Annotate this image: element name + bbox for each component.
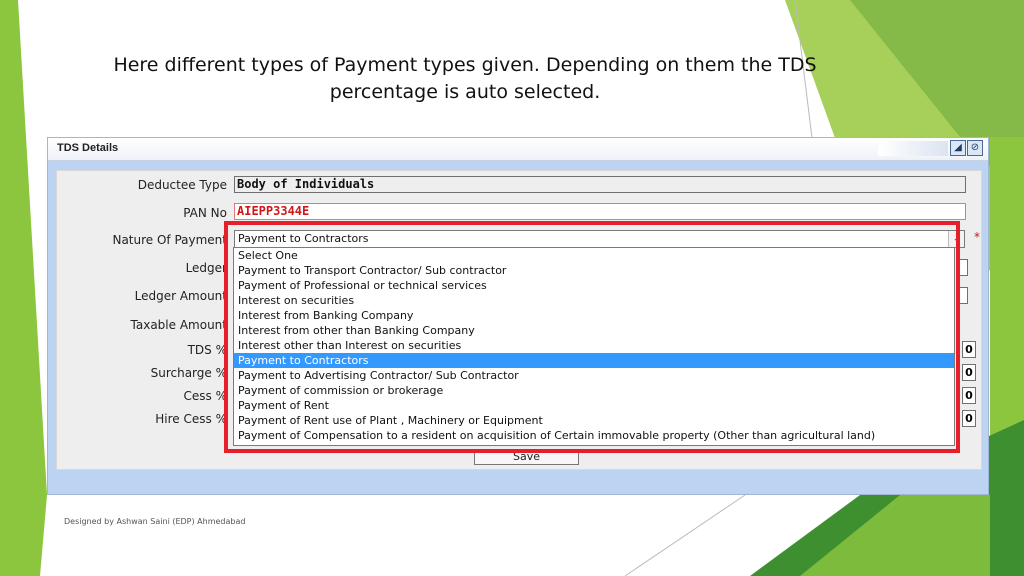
pan-no-field[interactable]: AIEPP3344E <box>234 203 966 220</box>
deco-shape-left <box>0 0 47 576</box>
pan-no-label: PAN No <box>183 206 227 220</box>
dropdown-option[interactable]: Interest from other than Banking Company <box>234 323 954 338</box>
slide-caption: Here different types of Payment types gi… <box>90 52 840 106</box>
taxable-amount-label: Taxable Amount <box>130 318 227 332</box>
nature-of-payment-label: Nature Of Payment <box>112 233 227 247</box>
nature-of-payment-dropdown-list[interactable]: Select One Payment to Transport Contracto… <box>233 247 955 446</box>
chevron-down-icon[interactable]: ⌄ <box>948 231 964 247</box>
save-button[interactable]: Save <box>474 449 579 465</box>
dropdown-option[interactable]: Payment of Compensation to a resident on… <box>234 428 954 443</box>
tds-pct-label: TDS % <box>187 343 227 357</box>
dropdown-option-selected[interactable]: Payment to Contractors <box>234 353 954 368</box>
close-button[interactable]: ⊘ <box>967 140 983 156</box>
window-titlebar: TDS Details ◢ ⊘ <box>48 138 988 161</box>
ledger-amount-field-edge[interactable] <box>960 287 968 304</box>
close-icon: ⊘ <box>970 142 980 153</box>
dropdown-option[interactable]: Payment of commission or brokerage <box>234 383 954 398</box>
window-title: TDS Details <box>57 142 119 154</box>
surcharge-pct-label: Surcharge % <box>150 366 227 380</box>
ledger-amount-label: Ledger Amount <box>134 289 227 303</box>
surcharge-pct-field[interactable]: 0 <box>962 364 976 381</box>
hire-cess-pct-field[interactable]: 0 <box>962 410 976 427</box>
deco-line-bottom <box>624 494 746 576</box>
deductee-type-label: Deductee Type <box>137 178 227 192</box>
deco-shape-bottom-right-light <box>800 495 990 576</box>
cess-pct-field[interactable]: 0 <box>962 387 976 404</box>
dropdown-option[interactable]: Payment of Rent use of Plant , Machinery… <box>234 413 954 428</box>
tds-pct-field[interactable]: 0 <box>962 341 976 358</box>
dropdown-option[interactable]: Payment to Transport Contractor/ Sub con… <box>234 263 954 278</box>
slide-footer: Designed by Ashwan Saini (EDP) Ahmedabad <box>64 517 246 526</box>
deductee-type-field[interactable]: Body of Individuals <box>234 176 966 193</box>
required-marker: * <box>974 230 980 244</box>
dropdown-option[interactable]: Payment to Advertising Contractor/ Sub C… <box>234 368 954 383</box>
nature-of-payment-select[interactable]: Payment to Contractors ⌄ <box>234 230 965 248</box>
hire-cess-pct-label: Hire Cess % <box>155 412 227 426</box>
dropdown-option[interactable]: Interest from Banking Company <box>234 308 954 323</box>
dropdown-option[interactable]: Interest other than Interest on securiti… <box>234 338 954 353</box>
cess-pct-label: Cess % <box>183 389 227 403</box>
dropdown-option[interactable]: Payment of Rent <box>234 398 954 413</box>
nature-of-payment-value: Payment to Contractors <box>238 232 369 245</box>
caption-line-2: percentage is auto selected. <box>329 81 601 103</box>
dropdown-option[interactable]: Interest on securities <box>234 293 954 308</box>
dropdown-option[interactable]: Payment of Professional or technical ser… <box>234 278 954 293</box>
restore-button[interactable]: ◢ <box>950 140 966 156</box>
dropdown-option[interactable]: Select One <box>234 248 954 263</box>
deco-shape-right-strip <box>990 137 1024 576</box>
caption-line-1: Here different types of Payment types gi… <box>113 54 817 76</box>
ledger-label: Ledger <box>185 261 227 275</box>
ledger-field-edge[interactable] <box>960 259 968 276</box>
restore-icon: ◢ <box>954 142 962 153</box>
titlebar-gradient <box>878 141 948 156</box>
